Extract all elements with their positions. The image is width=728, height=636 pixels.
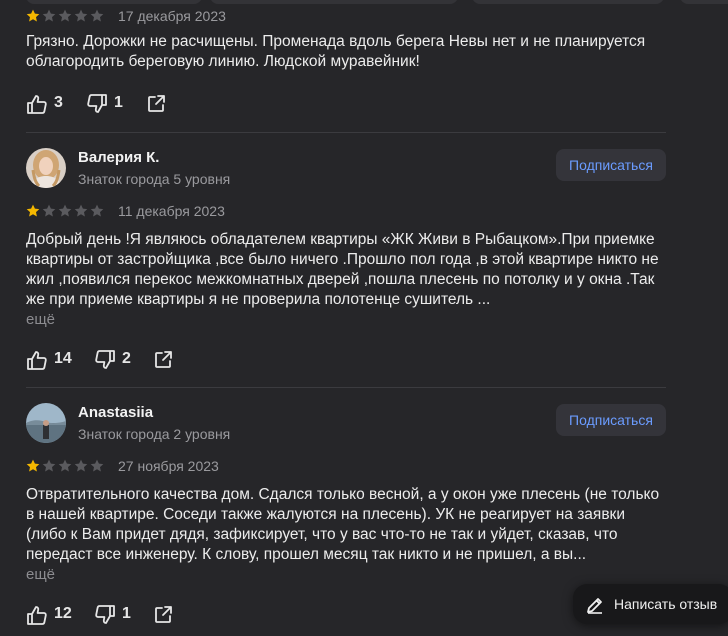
star-empty-icon xyxy=(74,459,88,472)
star-filled-icon xyxy=(26,459,40,472)
like-count: 12 xyxy=(54,605,72,622)
dislike-button[interactable]: 1 xyxy=(86,92,131,116)
review-date: 17 декабря 2023 xyxy=(118,8,226,24)
thumbs-up-icon xyxy=(27,351,47,370)
star-empty-icon xyxy=(58,9,72,22)
more-link[interactable]: ещё xyxy=(26,565,676,585)
author-name[interactable]: Валерия К. xyxy=(78,149,159,166)
star-empty-icon xyxy=(58,204,72,217)
star-empty-icon xyxy=(90,9,104,22)
star-empty-icon xyxy=(42,9,56,22)
review-author: Anastasiia Знаток города 2 уровня Подпис… xyxy=(26,403,676,445)
like-button[interactable]: 12 xyxy=(26,603,81,627)
rating-stars xyxy=(26,9,106,23)
filter-chip[interactable] xyxy=(680,0,728,4)
star-empty-icon xyxy=(74,9,88,22)
avatar[interactable] xyxy=(26,148,66,188)
share-icon xyxy=(148,95,165,112)
review-text: Отвратительного качества дом. Сдался тол… xyxy=(26,486,660,563)
review-card: Валерия К. Знаток города 5 уровня Подпис… xyxy=(26,148,676,372)
thumbs-down-icon xyxy=(95,605,115,624)
thumbs-up-icon xyxy=(27,95,47,114)
rating-stars xyxy=(26,204,106,218)
share-icon xyxy=(155,606,172,623)
star-empty-icon xyxy=(74,204,88,217)
dislike-count: 1 xyxy=(114,94,123,111)
share-button[interactable] xyxy=(153,603,173,627)
review-divider xyxy=(26,387,666,388)
review-meta: 11 декабря 2023 xyxy=(26,202,676,222)
review-date: 27 ноября 2023 xyxy=(118,458,219,474)
rating-stars xyxy=(26,459,106,473)
star-filled-icon xyxy=(26,204,40,217)
share-icon xyxy=(155,351,172,368)
thumbs-down-icon xyxy=(87,94,107,113)
thumbs-down-icon xyxy=(95,350,115,369)
review-meta: 27 ноября 2023 xyxy=(26,457,676,477)
star-empty-icon xyxy=(42,459,56,472)
dislike-button[interactable]: 1 xyxy=(94,603,139,627)
review-card: 17 декабря 2023 Грязно. Дорожки не расчи… xyxy=(26,7,676,116)
like-count: 3 xyxy=(54,94,63,111)
like-button[interactable]: 14 xyxy=(26,348,81,372)
more-link[interactable]: ещё xyxy=(26,310,676,330)
dislike-button[interactable]: 2 xyxy=(94,348,139,372)
avatar[interactable] xyxy=(26,403,66,443)
star-empty-icon xyxy=(42,204,56,217)
thumbs-up-icon xyxy=(27,606,47,625)
star-empty-icon xyxy=(58,459,72,472)
dislike-count: 2 xyxy=(122,350,131,367)
write-review-label: Написать отзыв xyxy=(614,596,718,612)
review-text: Грязно. Дорожки не расчищены. Променада … xyxy=(26,33,646,70)
review-actions: 3 1 xyxy=(26,92,676,116)
filter-chip[interactable] xyxy=(26,0,202,4)
subscribe-button[interactable]: Подписаться xyxy=(556,404,666,436)
author-name[interactable]: Anastasiia xyxy=(78,404,153,421)
subscribe-button[interactable]: Подписаться xyxy=(556,149,666,181)
review-actions: 14 2 xyxy=(26,348,676,372)
author-level: Знаток города 2 уровня xyxy=(78,426,231,442)
star-empty-icon xyxy=(90,459,104,472)
author-level: Знаток города 5 уровня xyxy=(78,171,231,187)
star-filled-icon xyxy=(26,9,40,22)
star-empty-icon xyxy=(90,204,104,217)
review-date: 11 декабря 2023 xyxy=(118,203,225,219)
share-button[interactable] xyxy=(153,348,173,372)
share-button[interactable] xyxy=(146,92,166,116)
like-button[interactable]: 3 xyxy=(26,92,76,116)
write-review-button[interactable]: Написать отзыв xyxy=(573,584,728,624)
review-divider xyxy=(26,132,666,133)
like-count: 14 xyxy=(54,350,72,367)
review-meta: 17 декабря 2023 xyxy=(26,7,676,27)
review-author: Валерия К. Знаток города 5 уровня Подпис… xyxy=(26,148,676,190)
dislike-count: 1 xyxy=(122,605,131,622)
filter-chip[interactable] xyxy=(472,0,664,4)
review-text: Добрый день !Я являюсь обладателем кварт… xyxy=(26,231,659,308)
filter-chip[interactable] xyxy=(210,0,458,4)
pencil-icon xyxy=(587,598,602,614)
